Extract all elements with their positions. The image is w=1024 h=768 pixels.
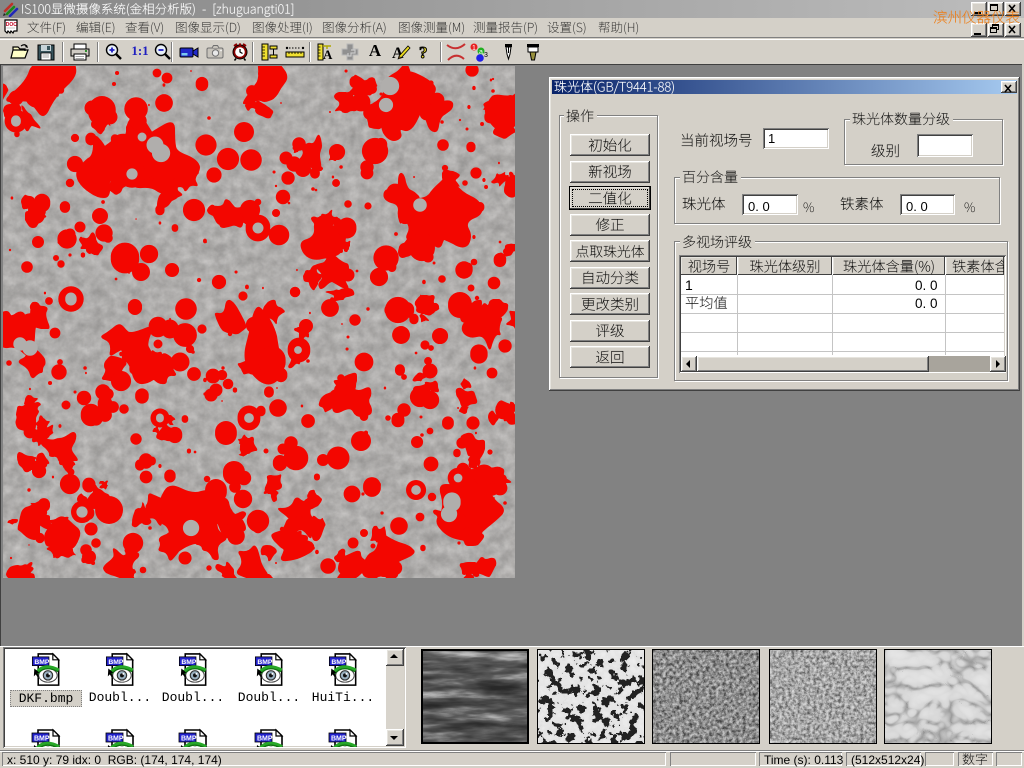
svg-text:3: 3 (484, 52, 488, 59)
svg-text:?: ? (419, 43, 428, 62)
svg-text:a: a (479, 49, 483, 56)
svg-text:1: 1 (472, 45, 476, 52)
svg-text:A: A (323, 47, 333, 62)
svg-text:DOC: DOC (6, 22, 17, 28)
